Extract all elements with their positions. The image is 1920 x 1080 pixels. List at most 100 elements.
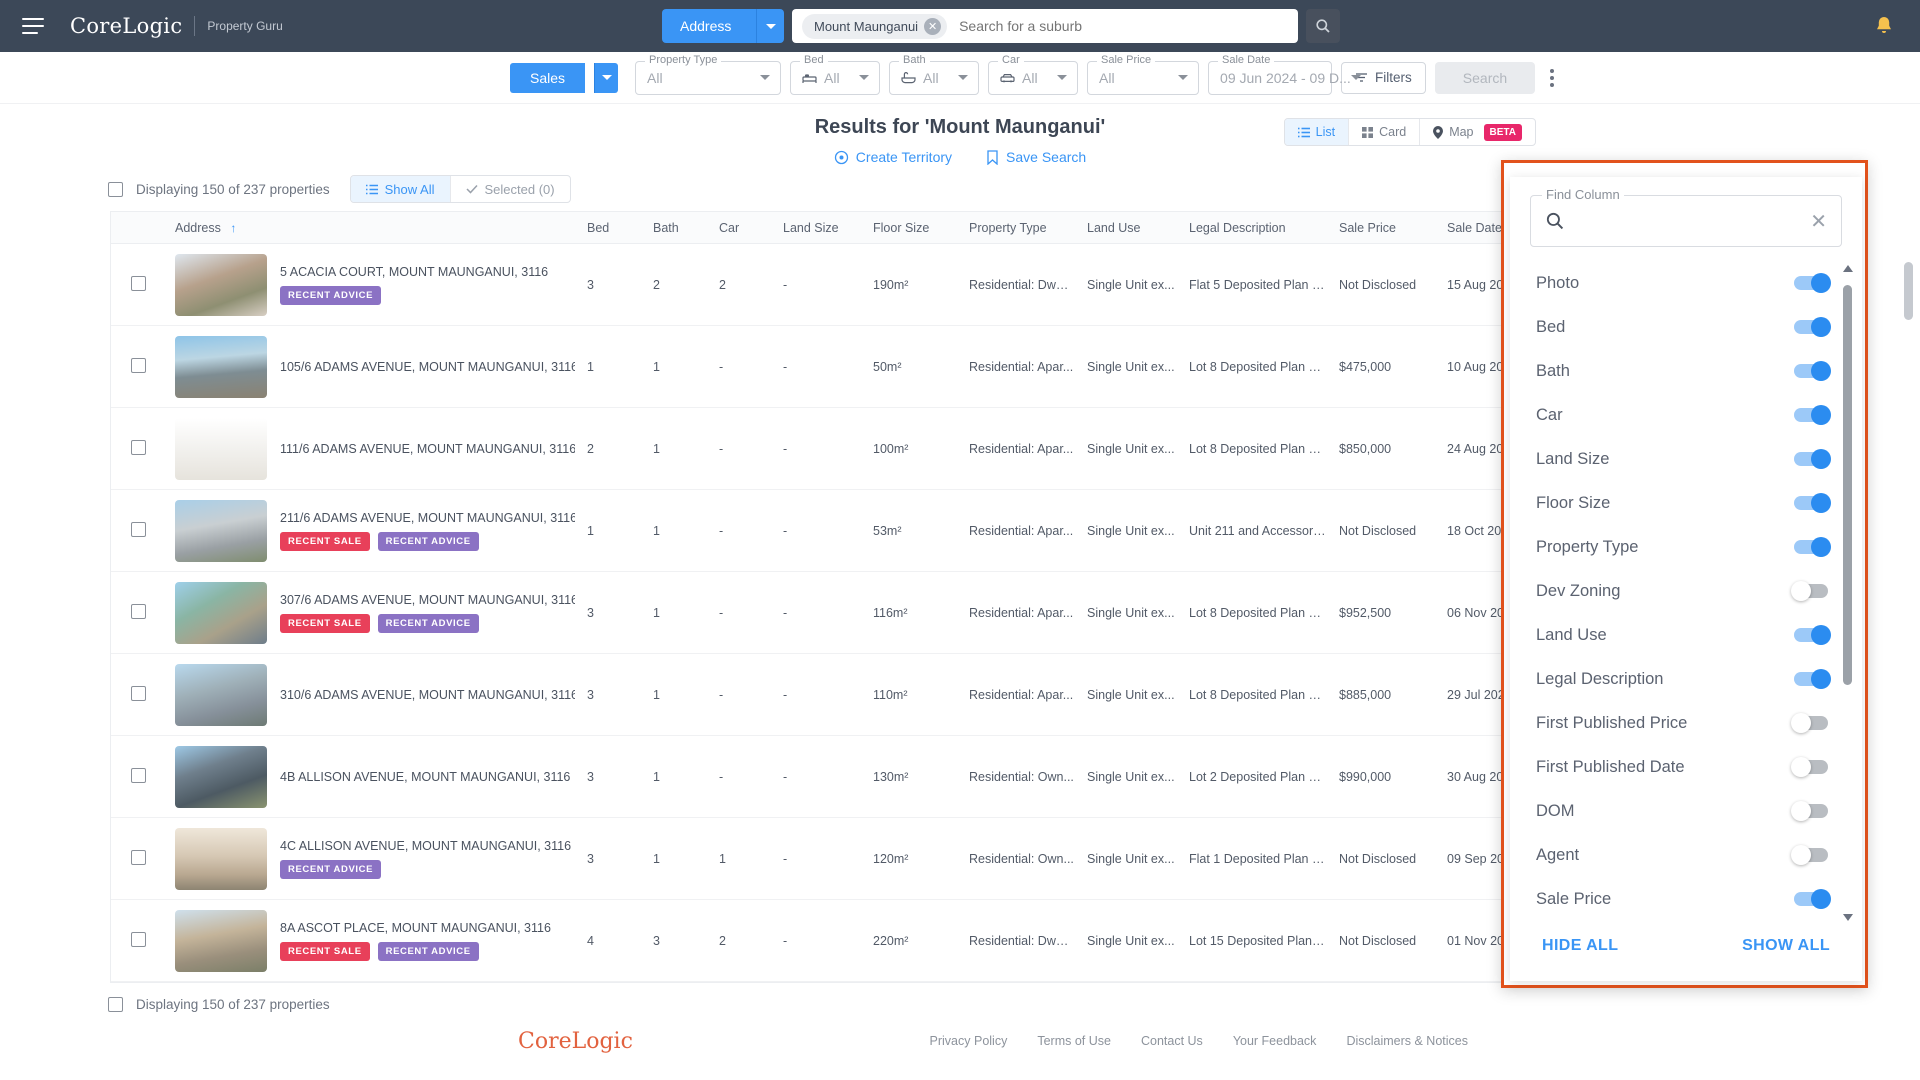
search-type-button[interactable]: Address bbox=[662, 9, 756, 43]
column-toggle-switch[interactable] bbox=[1794, 625, 1831, 645]
property-thumbnail[interactable] bbox=[175, 909, 267, 972]
property-thumbnail[interactable] bbox=[175, 745, 267, 808]
property-thumbnail[interactable] bbox=[175, 827, 267, 890]
column-toggle-row[interactable]: Sale Price bbox=[1510, 877, 1862, 921]
property-thumbnail[interactable] bbox=[175, 253, 267, 316]
show-all-tab[interactable]: Show All bbox=[350, 176, 451, 202]
show-all-button[interactable]: SHOW ALL bbox=[1742, 937, 1830, 955]
header-car[interactable]: Car bbox=[707, 221, 771, 235]
header-legal-description[interactable]: Legal Description bbox=[1177, 221, 1327, 235]
address-text[interactable]: 5 ACACIA COURT, MOUNT MAUNGANUI, 3116 bbox=[280, 265, 548, 279]
address-text[interactable]: 105/6 ADAMS AVENUE, MOUNT MAUNGANUI, 311… bbox=[280, 360, 575, 374]
close-icon[interactable]: ✕ bbox=[924, 17, 942, 35]
search-type-dropdown-icon[interactable] bbox=[756, 9, 784, 43]
search-button[interactable] bbox=[1306, 9, 1340, 43]
column-toggle-row[interactable]: Land Size bbox=[1510, 437, 1862, 481]
header-floor-size[interactable]: Floor Size bbox=[861, 221, 957, 235]
clear-find-column-icon[interactable]: ✕ bbox=[1810, 209, 1827, 234]
page-scrollbar[interactable] bbox=[1904, 262, 1913, 320]
view-list-button[interactable]: List bbox=[1284, 119, 1350, 145]
selected-tab[interactable]: Selected (0) bbox=[451, 176, 570, 202]
column-toggle-row[interactable]: First Published Price bbox=[1510, 701, 1862, 745]
scrollbar-thumb[interactable] bbox=[1843, 285, 1852, 685]
footer-link[interactable]: Contact Us bbox=[1141, 1034, 1203, 1048]
row-checkbox[interactable] bbox=[131, 439, 146, 455]
row-checkbox[interactable] bbox=[131, 931, 146, 947]
column-toggle-row[interactable]: Dev Zoning bbox=[1510, 569, 1862, 613]
save-search-button[interactable]: Save Search bbox=[986, 149, 1086, 165]
notifications-icon[interactable] bbox=[1874, 15, 1894, 42]
property-thumbnail[interactable] bbox=[175, 335, 267, 398]
hide-all-button[interactable]: HIDE ALL bbox=[1542, 937, 1618, 955]
column-toggle-switch[interactable] bbox=[1791, 713, 1828, 733]
property-thumbnail[interactable] bbox=[175, 663, 267, 726]
sales-mode-button[interactable]: Sales bbox=[510, 62, 586, 93]
column-toggle-switch[interactable] bbox=[1794, 317, 1831, 337]
row-checkbox[interactable] bbox=[131, 849, 146, 865]
sales-mode-dropdown-icon[interactable] bbox=[594, 62, 619, 93]
menu-icon[interactable] bbox=[22, 18, 44, 34]
column-toggle-row[interactable]: Floor Size bbox=[1510, 481, 1862, 525]
header-sale-price[interactable]: Sale Price bbox=[1327, 221, 1435, 235]
sale-price-filter[interactable]: Sale Price All bbox=[1087, 53, 1200, 95]
column-toggle-switch[interactable] bbox=[1794, 889, 1831, 909]
column-toggle-row[interactable]: DOM bbox=[1510, 789, 1862, 833]
view-map-button[interactable]: Map BETA bbox=[1420, 119, 1535, 145]
more-options-icon[interactable] bbox=[1544, 63, 1560, 93]
header-address[interactable]: Address ↑ bbox=[163, 221, 575, 235]
view-card-button[interactable]: Card bbox=[1349, 119, 1421, 145]
row-checkbox[interactable] bbox=[131, 275, 146, 291]
property-thumbnail[interactable] bbox=[175, 417, 267, 480]
bath-filter[interactable]: Bath All bbox=[889, 53, 980, 95]
header-land-size[interactable]: Land Size bbox=[771, 221, 861, 235]
row-checkbox[interactable] bbox=[131, 685, 146, 701]
address-text[interactable]: 8A ASCOT PLACE, MOUNT MAUNGANUI, 3116 bbox=[280, 921, 551, 935]
address-text[interactable]: 4C ALLISON AVENUE, MOUNT MAUNGANUI, 3116 bbox=[280, 839, 571, 853]
column-toggle-row[interactable]: Bed bbox=[1510, 305, 1862, 349]
column-toggle-row[interactable]: Photo bbox=[1510, 261, 1862, 305]
property-type-filter[interactable]: Property Type All bbox=[635, 53, 782, 95]
column-toggle-switch[interactable] bbox=[1794, 537, 1831, 557]
column-toggle-switch[interactable] bbox=[1794, 449, 1831, 469]
column-toggle-switch[interactable] bbox=[1791, 801, 1828, 821]
create-territory-button[interactable]: Create Territory bbox=[834, 149, 952, 165]
select-all-checkbox[interactable] bbox=[108, 181, 123, 197]
search-input[interactable] bbox=[947, 18, 1292, 34]
bed-filter[interactable]: Bed All bbox=[790, 53, 881, 95]
column-toggle-switch[interactable] bbox=[1794, 493, 1831, 513]
column-toggle-row[interactable]: Land Use bbox=[1510, 613, 1862, 657]
find-column-field[interactable]: Find Column ✕ bbox=[1530, 187, 1842, 247]
footer-link[interactable]: Disclaimers & Notices bbox=[1346, 1034, 1468, 1048]
column-toggle-row[interactable]: Property Type bbox=[1510, 525, 1862, 569]
address-text[interactable]: 111/6 ADAMS AVENUE, MOUNT MAUNGANUI, 311… bbox=[280, 442, 575, 456]
footer-link[interactable]: Terms of Use bbox=[1037, 1034, 1111, 1048]
address-text[interactable]: 211/6 ADAMS AVENUE, MOUNT MAUNGANUI, 311… bbox=[280, 511, 575, 525]
column-toggle-row[interactable]: Car bbox=[1510, 393, 1862, 437]
row-checkbox[interactable] bbox=[131, 357, 146, 373]
scroll-up-icon[interactable] bbox=[1843, 265, 1853, 272]
footer-link[interactable]: Your Feedback bbox=[1233, 1034, 1317, 1048]
column-toggle-switch[interactable] bbox=[1794, 273, 1831, 293]
property-thumbnail[interactable] bbox=[175, 499, 267, 562]
header-bath[interactable]: Bath bbox=[641, 221, 707, 235]
column-toggle-row[interactable]: Bath bbox=[1510, 349, 1862, 393]
column-toggle-row[interactable]: Legal Description bbox=[1510, 657, 1862, 701]
column-toggle-switch[interactable] bbox=[1791, 581, 1828, 601]
sale-date-filter[interactable]: Sale Date 09 Jun 2024 - 09 D... bbox=[1208, 53, 1361, 95]
car-filter[interactable]: Car All bbox=[988, 53, 1079, 95]
column-toggle-switch[interactable] bbox=[1794, 669, 1831, 689]
column-toggle-switch[interactable] bbox=[1791, 845, 1828, 865]
row-checkbox[interactable] bbox=[131, 521, 146, 537]
column-toggle-switch[interactable] bbox=[1794, 361, 1831, 381]
column-toggle-switch[interactable] bbox=[1794, 405, 1831, 425]
run-search-button[interactable]: Search bbox=[1434, 61, 1536, 94]
address-text[interactable]: 4B ALLISON AVENUE, MOUNT MAUNGANUI, 3116 bbox=[280, 770, 570, 784]
property-thumbnail[interactable] bbox=[175, 581, 267, 644]
row-checkbox[interactable] bbox=[131, 603, 146, 619]
address-text[interactable]: 307/6 ADAMS AVENUE, MOUNT MAUNGANUI, 311… bbox=[280, 593, 575, 607]
column-toggle-row[interactable]: First Published Date bbox=[1510, 745, 1862, 789]
header-land-use[interactable]: Land Use bbox=[1075, 221, 1177, 235]
address-text[interactable]: 310/6 ADAMS AVENUE, MOUNT MAUNGANUI, 311… bbox=[280, 688, 575, 702]
header-property-type[interactable]: Property Type bbox=[957, 221, 1075, 235]
column-toggle-row[interactable]: Agent bbox=[1510, 833, 1862, 877]
